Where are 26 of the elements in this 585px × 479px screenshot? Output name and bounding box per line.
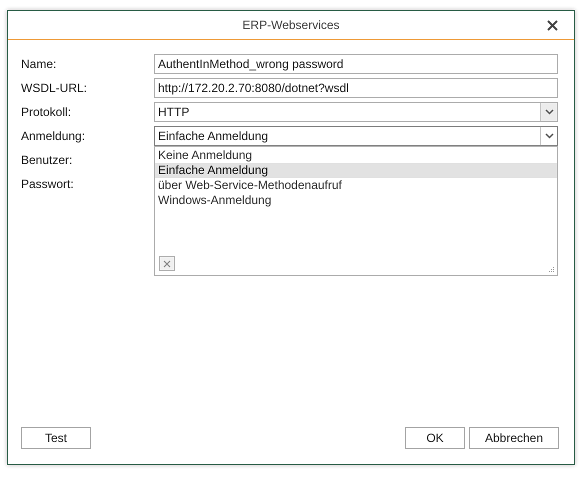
combo-value: HTTP (157, 104, 190, 121)
dialog-button[interactable]: Abbrechen (469, 427, 559, 449)
close-icon (163, 260, 171, 268)
combo-box[interactable]: Einfache Anmeldung (154, 126, 558, 146)
field-label: Passwort: (21, 176, 75, 193)
combo-value: Einfache Anmeldung (157, 128, 270, 145)
text-field[interactable]: http://172.20.2.70:8080/dotnet?wsdl (154, 78, 558, 98)
dropdown-item[interactable]: Windows-Anmeldung (155, 193, 557, 208)
dropdown-item[interactable]: Einfache Anmeldung (155, 163, 557, 178)
field-label: WSDL-URL: (21, 80, 88, 97)
close-icon[interactable] (547, 20, 558, 31)
dropdown-item[interactable]: Keine Anmeldung (155, 148, 557, 163)
dialog-button[interactable]: Test (21, 427, 91, 449)
text-field[interactable]: AuthentInMethod_wrong password (154, 54, 558, 74)
dropdown-item[interactable]: über Web-Service-Methodenaufruf (155, 178, 557, 193)
field-label: Benutzer: (21, 152, 74, 169)
field-label: Name: (21, 56, 58, 73)
chevron-down-icon (544, 133, 554, 139)
combo-box[interactable]: HTTP (154, 102, 558, 122)
chevron-down-icon (544, 109, 554, 115)
field-label: Protokoll: (21, 104, 72, 121)
window-title: ERP-Webservices (242, 17, 340, 34)
dropdown-button[interactable] (540, 103, 557, 121)
clear-button[interactable] (159, 256, 175, 271)
dialog-button[interactable]: OK (405, 427, 465, 449)
field-label: Anmeldung: (21, 128, 86, 145)
